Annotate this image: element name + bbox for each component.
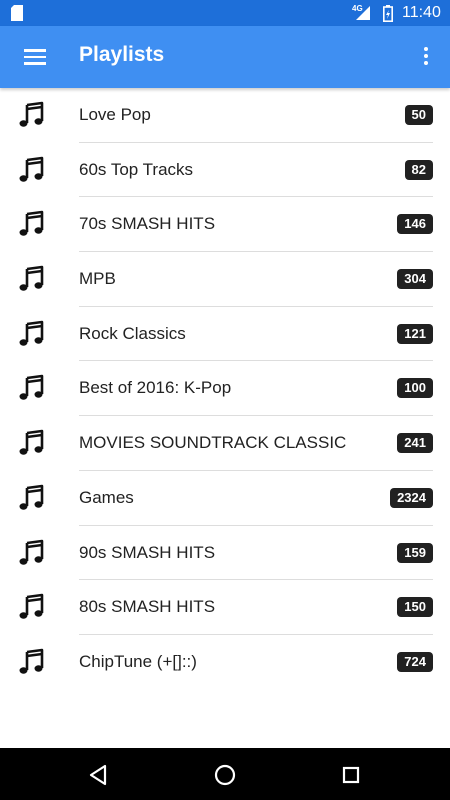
playlist-row[interactable]: ChipTune (+[]::) 724 — [0, 635, 450, 690]
music-note-icon — [18, 156, 46, 184]
track-count-badge: 241 — [397, 433, 433, 454]
track-count-badge: 50 — [404, 105, 433, 125]
track-count-badge: 150 — [397, 597, 433, 618]
playlist-name: 90s SMASH HITS — [79, 542, 216, 562]
playlist-row[interactable]: Rock Classics 121 — [0, 307, 450, 362]
playlist-row[interactable]: MOVIES SOUNDTRACK CLASSIC 241 — [0, 416, 450, 471]
playlist-name: Rock Classics — [79, 323, 186, 343]
music-note-icon — [18, 374, 46, 402]
playlist-name: Love Pop — [79, 105, 151, 124]
track-count-badge: 121 — [397, 323, 433, 344]
playlist-row[interactable]: Love Pop 50 — [0, 88, 450, 143]
music-note-icon — [18, 210, 46, 238]
music-note-icon — [18, 648, 46, 676]
sd-card-icon — [11, 5, 23, 21]
playlist-name: 80s SMASH HITS — [79, 597, 216, 617]
hamburger-menu-icon[interactable] — [22, 45, 48, 69]
playlist-name: Best of 2016: K-Pop — [79, 378, 232, 398]
battery-icon — [383, 5, 393, 22]
playlist-name: MOVIES SOUNDTRACK CLASSIC — [79, 433, 347, 453]
playlist-row[interactable]: Games 2324 — [0, 471, 450, 526]
track-count-badge: 304 — [397, 269, 433, 290]
playlist-list: Love Pop 50 60s Top Tracks 82 70s SMASH HITS… — [0, 88, 450, 690]
app-bar: Playlists — [0, 26, 450, 88]
status-bar: 4G 11:40 — [0, 0, 450, 26]
track-count-badge: 100 — [397, 378, 433, 399]
music-note-icon — [18, 484, 46, 512]
track-count-badge: 2324 — [390, 487, 433, 508]
playlist-name: MPB — [79, 269, 116, 289]
track-count-badge: 724 — [397, 651, 433, 672]
clock: 11:40 — [402, 4, 441, 21]
playlist-row[interactable]: 90s SMASH HITS 159 — [0, 526, 450, 581]
navigation-bar — [0, 748, 450, 800]
page-title: Playlists — [79, 43, 165, 66]
signal-icon — [356, 6, 370, 20]
playlist-name: Games — [79, 487, 134, 507]
back-triangle-icon[interactable] — [84, 761, 112, 789]
more-vert-icon[interactable] — [418, 44, 434, 70]
recents-square-icon[interactable] — [337, 761, 365, 789]
track-count-badge: 146 — [397, 214, 433, 235]
home-circle-icon[interactable] — [211, 761, 239, 789]
playlist-name: ChipTune (+[]::) — [79, 651, 197, 671]
playlist-row[interactable]: 60s Top Tracks 82 — [0, 143, 450, 198]
playlist-row[interactable]: Best of 2016: K-Pop 100 — [0, 361, 450, 417]
playlist-row[interactable]: 70s SMASH HITS 146 — [0, 197, 450, 253]
playlist-name: 70s SMASH HITS — [79, 214, 216, 234]
playlist-row[interactable]: MPB 304 — [0, 252, 450, 307]
track-count-badge: 159 — [397, 542, 433, 563]
music-note-icon — [18, 539, 46, 567]
track-count-badge: 82 — [404, 159, 433, 180]
playlist-name: 60s Top Tracks — [79, 159, 194, 179]
music-note-icon — [18, 429, 46, 457]
music-note-icon — [18, 320, 46, 348]
playlist-row[interactable]: 80s SMASH HITS 150 — [0, 580, 450, 635]
music-note-icon — [18, 265, 46, 293]
music-note-icon — [18, 593, 46, 621]
music-note-icon — [18, 101, 46, 129]
